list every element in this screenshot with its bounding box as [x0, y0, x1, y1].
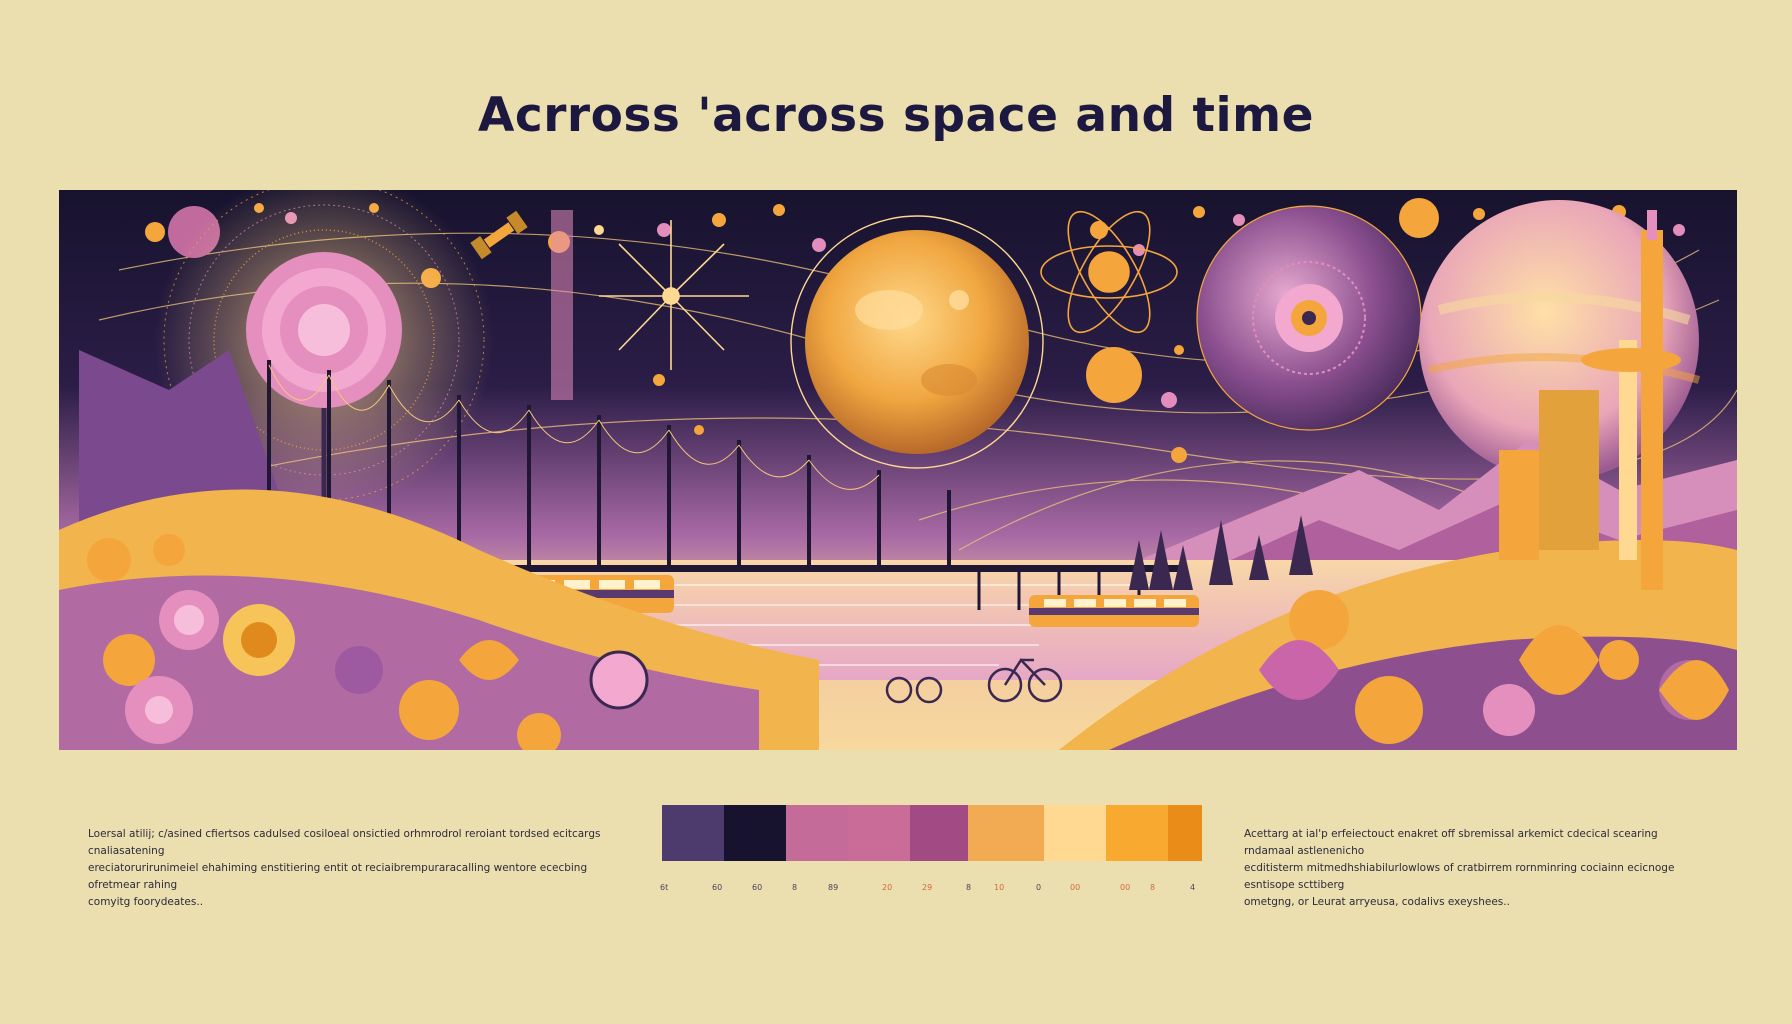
- caption-right-line: ometgng, or Leurat arryeusa, codalivs ex…: [1244, 896, 1510, 908]
- palette-tick-label: 00: [1120, 883, 1131, 892]
- palette-tick-label: 00: [1070, 883, 1081, 892]
- palette-swatch: [968, 805, 1044, 861]
- palette-tick-label: 8: [792, 883, 798, 892]
- palette-tick-label: 20: [882, 883, 893, 892]
- caption-right: Acettarg at ial'p erfeiectouct enakret o…: [1244, 826, 1704, 911]
- palette-tick-label: 8: [966, 883, 972, 892]
- caption-left-line: ereciatorurirunimeiel ehahiming enstitie…: [88, 862, 588, 891]
- space-time-illustration: [59, 190, 1737, 750]
- palette-swatch: [848, 805, 910, 861]
- palette-tick-label: 89: [828, 883, 839, 892]
- palette-tick-label: 29: [922, 883, 933, 892]
- palette-tick-label: 60: [712, 883, 723, 892]
- page-title: Acrross 'across space and time: [478, 88, 1314, 143]
- palette-tick-label: 0: [1036, 883, 1042, 892]
- palette-swatch: [910, 805, 968, 861]
- palette-tick-label: 4: [1190, 883, 1196, 892]
- flower-planet: [1196, 205, 1422, 431]
- palette-swatch: [786, 805, 848, 861]
- palette-swatch: [724, 805, 786, 861]
- palette-swatch: [1168, 805, 1202, 861]
- palette-tick-label: 6t: [660, 883, 669, 892]
- caption-right-line: ecditisterm mitmedhshiabilurlowlows of c…: [1244, 862, 1675, 891]
- caption-left: Loersal atilij; c/asined cfiertsos cadul…: [88, 826, 608, 911]
- palette-tick-label: 10: [994, 883, 1005, 892]
- palette-tick-label: 8: [1150, 883, 1156, 892]
- palette-swatch: [662, 805, 724, 861]
- palette-tick-label: 60: [752, 883, 763, 892]
- caption-right-line: Acettarg at ial'p erfeiectouct enakret o…: [1244, 828, 1658, 857]
- illustration-banner: [59, 190, 1737, 750]
- caption-left-line: comyitg foorydeates..: [88, 896, 204, 908]
- color-palette: [662, 805, 1202, 861]
- caption-left-line: Loersal atilij; c/asined cfiertsos cadul…: [88, 828, 601, 857]
- palette-swatch: [1044, 805, 1106, 861]
- train-right: [1029, 595, 1199, 627]
- palette-ticks: 6t 60 60 8 89 20 29 8 10 0 00 00 8 4: [660, 883, 1200, 897]
- light-pillar: [551, 210, 573, 400]
- palette-swatch: [1106, 805, 1168, 861]
